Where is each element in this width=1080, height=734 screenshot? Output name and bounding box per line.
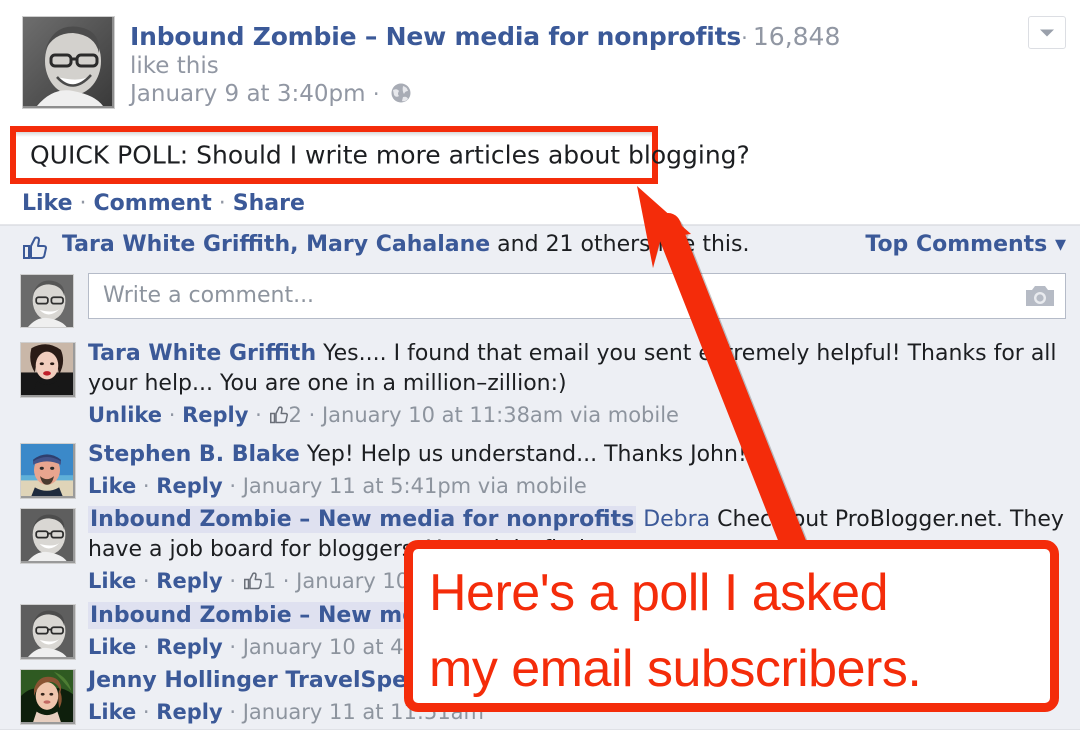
avatar-image (23, 17, 112, 106)
meta-sep: · (255, 403, 262, 427)
post-header: Inbound Zombie – New media for nonprofit… (0, 0, 1080, 128)
meta-sep: · (229, 635, 237, 659)
thumbs-up-icon (269, 402, 289, 432)
composer-avatar (20, 274, 74, 328)
comment-author[interactable]: Stephen B. Blake (88, 442, 300, 467)
comment-like-count: 2 (288, 403, 302, 427)
comment-item: Stephen B. Blake Yep! Help us understand… (0, 435, 1080, 501)
comment-author[interactable]: Tara White Griffith (88, 341, 316, 366)
meta-sep: · (142, 569, 150, 593)
action-separator-2: · (218, 191, 226, 216)
comment-avatar[interactable] (20, 443, 76, 499)
callout-line-1: Here's a poll I asked (429, 564, 889, 622)
comment-avatar[interactable] (20, 342, 76, 398)
meta-sep: · (142, 635, 150, 659)
comment-text-block: Stephen B. Blake Yep! Help us understand… (88, 440, 1070, 470)
comment-input-placeholder: Write a comment... (103, 283, 315, 308)
comment-text-block: Tara White Griffith Yes.... I found that… (88, 339, 1070, 399)
comment-timestamp[interactable]: January 10 at 11:38am via mobile (322, 403, 679, 427)
comment-reply-button[interactable]: Reply (156, 635, 222, 659)
post-options-dropdown[interactable] (1028, 16, 1066, 49)
action-separator-1: · (79, 191, 87, 216)
meta-sep: · (142, 700, 150, 724)
meta-sep: · (168, 403, 176, 427)
post-header-text: Inbound Zombie – New media for nonprofit… (130, 22, 1010, 110)
timestamp-separator: · (372, 82, 380, 106)
meta-sep: · (308, 403, 316, 427)
post-action-bar: Like · Comment · Share (0, 186, 1080, 225)
comment-like-button[interactable]: Unlike (88, 403, 162, 427)
comment-meta: Unlike · Reply · 2 · January 10 at 11:38… (88, 400, 1070, 432)
comment-item: Tara White Griffith Yes.... I found that… (0, 334, 1080, 436)
facebook-post: Inbound Zombie – New media for nonprofit… (0, 0, 1080, 734)
meta-sep: · (282, 569, 290, 593)
chevron-down-icon: ▾ (1054, 232, 1066, 257)
comment-avatar[interactable] (20, 508, 76, 564)
thumbs-up-icon (243, 568, 263, 598)
comment-reply-button[interactable]: Reply (156, 474, 222, 498)
liker-names[interactable]: Tara White Griffith, Mary Cahalane (62, 232, 490, 257)
callout-line-2: my email subscribers. (429, 640, 922, 698)
post-text: QUICK POLL: Should I write more articles… (30, 140, 750, 170)
comment-avatar[interactable] (20, 604, 76, 660)
comment-timestamp[interactable]: January 11 at 5:41pm via mobile (243, 474, 587, 498)
likes-summary-row: Tara White Griffith, Mary Cahalane and 2… (0, 225, 1080, 269)
comment-composer: Write a comment... (0, 267, 1080, 335)
comment-like-button[interactable]: Like (88, 474, 136, 498)
meta-sep: · (229, 474, 237, 498)
post-timestamp[interactable]: January 9 at 3:40pm (130, 81, 366, 107)
likes-suffix: and 21 others like this. (490, 232, 750, 257)
comment-input[interactable]: Write a comment... (88, 273, 1066, 319)
comment-like-button[interactable]: Like (88, 700, 136, 724)
thumbs-up-icon (22, 236, 48, 264)
top-comments-label: Top Comments (865, 232, 1048, 257)
header-separator: · (741, 26, 748, 50)
comment-author[interactable]: Inbound Zombie – New media for nonprofit… (88, 506, 637, 533)
comment-meta: Like · Reply · January 11 at 5:41pm via … (88, 471, 1070, 501)
comment-reply-button[interactable]: Reply (156, 700, 222, 724)
meta-sep: · (142, 474, 150, 498)
chevron-down-icon (1040, 29, 1054, 36)
avatar[interactable] (22, 16, 115, 109)
top-comments-sort[interactable]: Top Comments ▾ (865, 232, 1066, 257)
comment-like-count: 1 (262, 569, 277, 593)
page-name-link[interactable]: Inbound Zombie – New media for nonprofit… (130, 22, 741, 51)
likes-text: Tara White Griffith, Mary Cahalane and 2… (62, 232, 749, 257)
comment-like-button[interactable]: Like (88, 569, 136, 593)
globe-icon[interactable] (390, 82, 412, 110)
like-this-label: like this (130, 53, 219, 79)
comment-like-button[interactable]: Like (88, 635, 136, 659)
post-text-highlight-box: QUICK POLL: Should I write more articles… (10, 126, 750, 184)
like-button[interactable]: Like (22, 191, 73, 216)
annotation-callout: Here's a poll I asked my email subscribe… (404, 540, 1059, 712)
comment-reply-button[interactable]: Reply (182, 403, 248, 427)
page-like-count: 16,848 (752, 22, 841, 51)
comment-button[interactable]: Comment (94, 191, 212, 216)
comment-mention[interactable]: Debra (643, 507, 710, 532)
share-button[interactable]: Share (233, 191, 305, 216)
comment-avatar[interactable] (20, 669, 76, 725)
meta-sep: · (229, 700, 237, 724)
comment-reply-button[interactable]: Reply (156, 569, 222, 593)
meta-sep: · (229, 569, 237, 593)
camera-icon[interactable] (1025, 284, 1055, 313)
comment-body: Yep! Help us understand... Thanks John! (306, 442, 747, 467)
